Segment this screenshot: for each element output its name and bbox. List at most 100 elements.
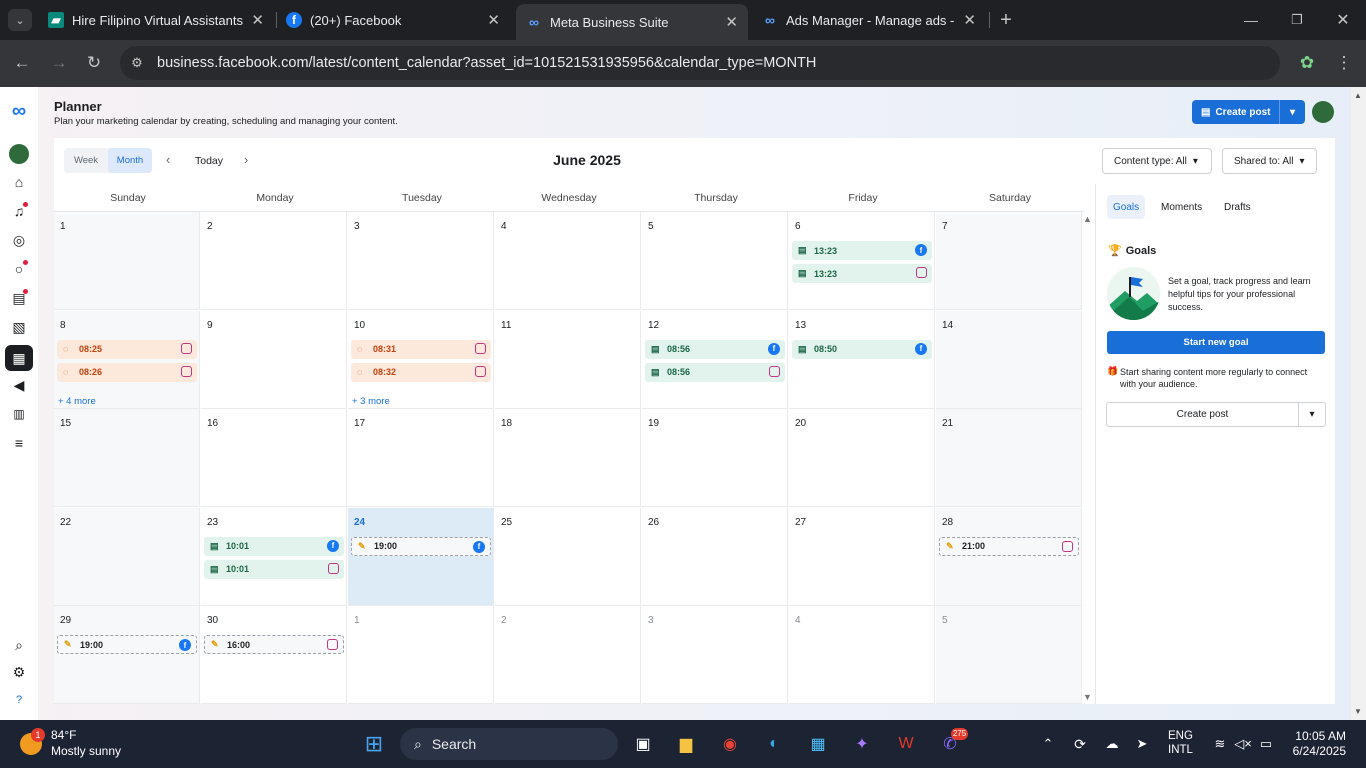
scroll-up-icon[interactable]: ▲ xyxy=(1354,91,1362,100)
calendar-scrollbar[interactable]: ▲ ▼ xyxy=(1082,214,1092,702)
menu-icon[interactable]: ⋮ xyxy=(1333,52,1355,74)
reload-icon[interactable]: ↻ xyxy=(83,52,105,74)
calendar-day-cell[interactable]: 21 xyxy=(936,409,1082,508)
calendar-post-item[interactable]: ✎ 16:00 xyxy=(204,635,344,655)
sync-icon[interactable]: ⟳ xyxy=(1066,730,1094,758)
calendar-day-cell[interactable]: 19 xyxy=(642,409,788,508)
profile-icon[interactable]: ✿ xyxy=(1296,52,1318,74)
side-create-post-button[interactable]: Create post ▾ xyxy=(1106,402,1326,427)
cloud-icon[interactable]: ☁ xyxy=(1098,730,1126,758)
calendar-day-cell[interactable]: 12 ▤ 08:56 f ▤ 08:56 xyxy=(642,310,788,409)
tab-meta-business-suite[interactable]: ∞ Meta Business Suite ✕ xyxy=(516,4,748,40)
notifications-icon[interactable]: ♫ xyxy=(9,201,29,221)
calendar-post-item[interactable]: ▤ 08:50 f xyxy=(792,339,932,359)
new-tab-icon[interactable]: + xyxy=(995,9,1017,31)
calendar-day-cell[interactable]: 29 ✎ 19:00 f xyxy=(54,606,200,705)
language-indicator[interactable]: ENG INTL xyxy=(1168,729,1193,757)
task-view-icon[interactable]: ▣ xyxy=(629,730,657,758)
calendar-day-cell[interactable]: 15 xyxy=(54,409,200,508)
tab-search-button[interactable]: ⌄ xyxy=(8,9,32,31)
calendar-day-cell[interactable]: 2 xyxy=(495,606,641,705)
calendar-day-cell[interactable]: 13 ▤ 08:50 f xyxy=(789,310,935,409)
calendar-day-cell[interactable]: 22 xyxy=(54,507,200,606)
copilot-icon[interactable]: ✦ xyxy=(848,730,876,758)
posts-icon[interactable]: ▧ xyxy=(9,317,29,337)
home-icon[interactable]: ⌂ xyxy=(9,172,29,192)
scroll-down-icon[interactable]: ▼ xyxy=(1083,692,1092,702)
calendar-day-cell[interactable]: 1 xyxy=(54,212,200,310)
calendar-day-cell[interactable]: 5 xyxy=(642,212,788,310)
calendar-day-cell[interactable]: 27 xyxy=(789,507,935,606)
start-new-goal-button[interactable]: Start new goal xyxy=(1107,331,1325,354)
calendar-day-cell[interactable]: 10 ◌ 08:31 ◌ 08:32 + 3 more xyxy=(348,310,494,409)
content-type-filter[interactable]: Content type: All ▾ xyxy=(1102,148,1212,174)
calendar-day-cell[interactable]: 3 xyxy=(642,606,788,705)
more-posts-link[interactable]: + 4 more xyxy=(58,396,96,407)
calendar-post-item[interactable]: ▤ 13:23 f xyxy=(792,241,932,260)
close-tab-icon[interactable]: ✕ xyxy=(963,11,976,29)
forward-icon[interactable]: → xyxy=(48,52,70,74)
calendar-post-item[interactable]: ◌ 08:25 xyxy=(57,339,197,359)
minimize-icon[interactable]: — xyxy=(1240,9,1262,31)
planner-icon[interactable]: ▦ xyxy=(5,345,33,371)
calendar-day-cell[interactable]: 3 xyxy=(348,212,494,310)
calendar-day-cell[interactable]: 4 xyxy=(789,606,935,705)
calendar-day-cell[interactable]: 23 ▤ 10:01 f ▤ 10:01 xyxy=(201,507,347,606)
calendar-day-cell[interactable]: 17 xyxy=(348,409,494,508)
calendar-day-cell[interactable]: 6 ▤ 13:23 f ▤ 13:23 xyxy=(789,212,935,310)
tab-ads-manager[interactable]: ∞ Ads Manager - Manage ads - A ✕ xyxy=(752,6,986,34)
scroll-down-icon[interactable]: ▼ xyxy=(1354,707,1362,716)
search-icon[interactable]: ⌕ xyxy=(9,635,29,655)
system-clock[interactable]: 10:05 AM 6/24/2025 xyxy=(1293,729,1346,759)
calendar-post-item[interactable]: ▤ 08:56 f xyxy=(645,339,785,359)
calendar-post-item[interactable]: ◌ 08:26 xyxy=(57,362,197,382)
back-icon[interactable]: ← xyxy=(11,52,33,74)
calendar-post-item[interactable]: ✎ 21:00 xyxy=(939,536,1079,556)
windows-start-icon[interactable]: ⊞ xyxy=(360,730,388,758)
calendar-post-item[interactable]: ◌ 08:32 xyxy=(351,362,491,382)
calendar-day-cell[interactable]: 11 xyxy=(495,310,641,409)
all-tools-icon[interactable]: ≡ xyxy=(9,433,29,453)
page-scrollbar[interactable]: ▲ ▼ xyxy=(1351,87,1366,720)
store-icon[interactable]: ▦ xyxy=(804,730,832,758)
calendar-post-item[interactable]: ▤ 13:23 xyxy=(792,264,932,283)
maximize-icon[interactable]: ❐ xyxy=(1286,9,1308,31)
taskbar-search[interactable]: ⌕ Search xyxy=(400,728,618,760)
calendar-post-item[interactable]: ✎ 19:00 f xyxy=(57,635,197,655)
file-explorer-icon[interactable]: ▆ xyxy=(672,730,700,758)
close-tab-icon[interactable]: ✕ xyxy=(487,11,500,29)
compass-icon[interactable]: ◎ xyxy=(9,230,29,250)
calendar-day-cell[interactable]: 14 xyxy=(936,310,1082,409)
chrome-icon[interactable]: ◉ xyxy=(716,730,744,758)
calendar-day-cell[interactable]: 1 xyxy=(348,606,494,705)
url-text[interactable]: business.facebook.com/latest/content_cal… xyxy=(157,55,816,71)
insights-icon[interactable]: ▥ xyxy=(9,404,29,424)
tab-hire-filipino[interactable]: ▰ Hire Filipino Virtual Assistants | ✕ xyxy=(38,6,274,34)
meta-logo-icon[interactable]: ∞ xyxy=(9,100,29,122)
calendar-post-item[interactable]: ▤ 10:01 xyxy=(204,559,344,579)
site-info-icon[interactable]: ⚙ xyxy=(126,52,148,74)
close-window-icon[interactable]: ✕ xyxy=(1332,9,1354,31)
send-icon[interactable]: ➤ xyxy=(1128,730,1156,758)
calendar-day-cell[interactable]: 28 ✎ 21:00 xyxy=(936,507,1082,606)
scroll-up-icon[interactable]: ▲ xyxy=(1083,214,1092,224)
shared-to-filter[interactable]: Shared to: All ▾ xyxy=(1222,148,1317,174)
calendar-day-cell[interactable]: 2 xyxy=(201,212,347,310)
more-posts-link[interactable]: + 3 more xyxy=(352,396,390,407)
close-tab-icon[interactable]: ✕ xyxy=(251,11,264,29)
close-tab-icon[interactable]: ✕ xyxy=(725,13,738,31)
tab-goals[interactable]: Goals xyxy=(1107,195,1146,219)
account-avatar[interactable] xyxy=(1312,101,1334,123)
content-icon[interactable]: ▤ xyxy=(9,288,29,308)
calendar-post-item[interactable]: ▤ 10:01 f xyxy=(204,536,344,556)
calendar-day-cell[interactable]: 20 xyxy=(789,409,935,508)
battery-icon[interactable]: ▭ xyxy=(1252,730,1280,758)
calendar-day-cell[interactable]: 18 xyxy=(495,409,641,508)
calendar-day-cell[interactable]: 30 ✎ 16:00 xyxy=(201,606,347,705)
calendar-post-item[interactable]: ◌ 08:31 xyxy=(351,339,491,359)
calendar-post-item[interactable]: ▤ 08:56 xyxy=(645,362,785,382)
calendar-day-cell[interactable]: 7 xyxy=(936,212,1082,310)
chevron-up-icon[interactable]: ⌃ xyxy=(1034,730,1062,758)
calendar-day-cell[interactable]: 8 ◌ 08:25 ◌ 08:26 + 4 more xyxy=(54,310,200,409)
settings-icon[interactable]: ⚙ xyxy=(9,662,29,682)
